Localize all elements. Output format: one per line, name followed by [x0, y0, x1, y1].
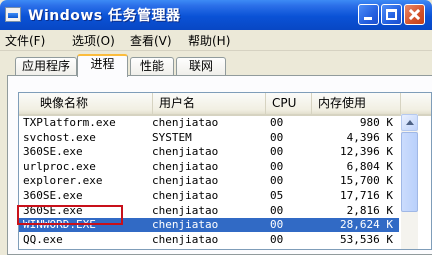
- cell-image-name: svchost.exe: [23, 130, 96, 144]
- cell-user-name: chenjiatao: [152, 189, 219, 202]
- column-image-name[interactable]: 映像名称: [19, 93, 153, 114]
- tab-strip: 应用程序 进程 性能 联网: [0, 52, 432, 77]
- menu-options[interactable]: 选项(O): [72, 32, 115, 49]
- tab-applications[interactable]: 应用程序: [15, 57, 77, 75]
- column-user-name[interactable]: 用户名: [153, 93, 266, 114]
- cell-user-name: chenjiatao: [152, 145, 219, 159]
- cell-memory: 980 K: [359, 116, 393, 129]
- vertical-scrollbar[interactable]: [401, 114, 418, 249]
- cell-user-name: chenjiatao: [152, 174, 219, 188]
- cell-user-name: chenjiatao: [152, 203, 219, 217]
- minimize-button[interactable]: [358, 4, 379, 25]
- cell-image-name: explorer.exe: [23, 174, 103, 188]
- cell-image-name: urlproc.exe: [23, 159, 96, 173]
- cell-cpu: 00: [270, 218, 284, 232]
- cell-user-name: chenjiatao: [152, 232, 219, 246]
- cell-memory: 15,700 K: [340, 174, 393, 188]
- close-icon: [405, 5, 424, 24]
- menu-bar: 文件(F) 选项(O) 查看(V) 帮助(H): [0, 30, 432, 51]
- cell-cpu: 00: [270, 159, 284, 173]
- menu-file[interactable]: 文件(F): [5, 32, 45, 49]
- cell-user-name: chenjiatao: [152, 218, 219, 232]
- cell-image-name: TXPlatform.exe: [23, 116, 116, 129]
- tab-performance[interactable]: 性能: [130, 57, 174, 75]
- scroll-thumb[interactable]: [401, 132, 418, 212]
- column-memory-usage[interactable]: 内存使用: [312, 93, 401, 114]
- tab-processes[interactable]: 进程: [77, 54, 128, 77]
- cell-cpu: 05: [270, 189, 284, 202]
- maximize-button[interactable]: [381, 4, 402, 25]
- column-cpu[interactable]: CPU: [266, 93, 312, 114]
- cell-memory: 53,536 K: [340, 232, 393, 246]
- cell-cpu: 00: [270, 116, 284, 129]
- cell-user-name: chenjiatao: [152, 159, 219, 173]
- cell-memory: 6,804 K: [346, 159, 393, 173]
- title-bar[interactable]: Windows 任务管理器: [0, 0, 432, 30]
- menu-view[interactable]: 查看(V): [130, 32, 172, 49]
- cell-cpu: 00: [270, 145, 284, 159]
- table-row[interactable]: 360SE.exe chenjiatao 05 17,716 K: [19, 189, 399, 203]
- highlight-box: [17, 205, 123, 225]
- cell-user-name: SYSTEM: [152, 130, 192, 144]
- menu-help[interactable]: 帮助(H): [188, 32, 230, 49]
- scroll-up-arrow-icon[interactable]: [401, 114, 418, 131]
- close-button[interactable]: [404, 4, 425, 25]
- cell-memory: 17,716 K: [340, 189, 393, 202]
- task-manager-app-icon: [5, 7, 21, 22]
- window-title: Windows 任务管理器: [28, 8, 181, 24]
- cell-cpu: 00: [270, 232, 284, 246]
- column-header-row: 映像名称 用户名 CPU 内存使用: [19, 93, 431, 116]
- cell-user-name: chenjiatao: [152, 116, 219, 129]
- cell-cpu: 00: [270, 130, 284, 144]
- cell-image-name: 360SE.exe: [23, 145, 83, 159]
- table-row[interactable]: TXPlatform.exe chenjiatao 00 980 K: [19, 116, 399, 130]
- tab-networking[interactable]: 联网: [176, 57, 226, 75]
- cell-cpu: 00: [270, 203, 284, 217]
- cell-memory: 4,396 K: [346, 130, 393, 144]
- cell-image-name: QQ.exe: [23, 232, 63, 246]
- cell-image-name: 360SE.exe: [23, 189, 83, 202]
- table-row[interactable]: urlproc.exe chenjiatao 00 6,804 K: [19, 160, 399, 174]
- cell-memory: 12,396 K: [340, 145, 393, 159]
- table-row[interactable]: explorer.exe chenjiatao 00 15,700 K: [19, 174, 399, 188]
- cell-cpu: 00: [270, 174, 284, 188]
- table-row[interactable]: QQ.exe chenjiatao 00 53,536 K: [19, 233, 399, 247]
- process-list[interactable]: 映像名称 用户名 CPU 内存使用 TXPlatform.exe chenjiat…: [18, 92, 432, 250]
- table-row[interactable]: svchost.exe SYSTEM 00 4,396 K: [19, 131, 399, 145]
- table-row[interactable]: 360SE.exe chenjiatao 00 12,396 K: [19, 145, 399, 159]
- cell-memory: 28,624 K: [340, 218, 393, 232]
- cell-memory: 2,816 K: [346, 203, 393, 217]
